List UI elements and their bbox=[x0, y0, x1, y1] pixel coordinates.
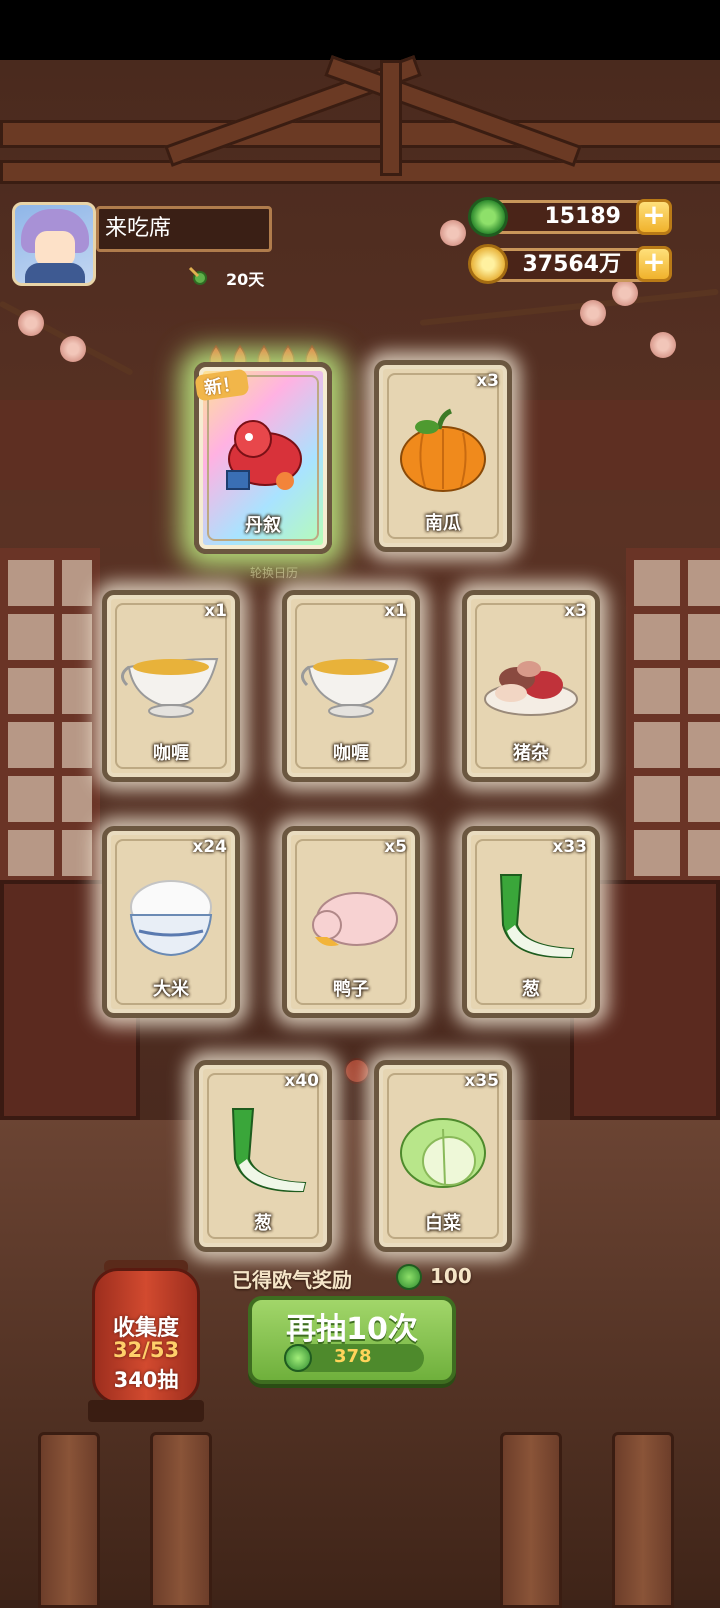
reward-card[interactable]: x24 大米 bbox=[102, 826, 240, 1018]
reward-card[interactable]: x5 鸭子 bbox=[282, 826, 420, 1018]
back-wall bbox=[0, 400, 720, 490]
reward-card[interactable]: x1 咖喱 bbox=[102, 590, 240, 782]
calendar-sign: 轮换日历 bbox=[250, 566, 299, 580]
copper-coin-icon bbox=[468, 244, 508, 284]
avatar-body bbox=[25, 263, 85, 283]
lattice-window-left bbox=[0, 548, 100, 884]
cherry-blossom bbox=[650, 332, 676, 358]
card-count: x5 bbox=[384, 837, 407, 857]
jade-coin-icon bbox=[468, 197, 508, 237]
lattice-window-right bbox=[626, 548, 720, 884]
card-count: x40 bbox=[284, 1071, 319, 1091]
curry-gravy-boat-icon bbox=[301, 657, 399, 718]
card-label: 猪杂 bbox=[513, 743, 549, 764]
coin-amount: 37564万 bbox=[522, 252, 621, 277]
cherry-blossom bbox=[440, 220, 466, 246]
red-lion-character-icon bbox=[226, 420, 302, 490]
card-label: 大米 bbox=[153, 979, 189, 1000]
sprout-key-icon bbox=[188, 266, 207, 285]
roof-beam bbox=[0, 120, 720, 148]
card-count: x3 bbox=[564, 601, 587, 621]
card-count: x35 bbox=[464, 1071, 499, 1091]
railing-post bbox=[612, 1432, 674, 1608]
reward-card[interactable]: x35 白菜 bbox=[374, 1060, 512, 1252]
avatar-face bbox=[35, 231, 75, 267]
status-bar bbox=[0, 0, 720, 60]
lantern-stand bbox=[88, 1400, 204, 1422]
jade-coin-icon bbox=[284, 1344, 312, 1372]
card-label: 南瓜 bbox=[425, 513, 461, 534]
card-label: 葱 bbox=[522, 979, 540, 1000]
roof-post bbox=[380, 60, 402, 176]
roof-beam bbox=[0, 160, 720, 184]
napa-cabbage-icon bbox=[400, 1118, 486, 1188]
reward-card[interactable]: x33 葱 bbox=[462, 826, 600, 1018]
card-count: x1 bbox=[384, 601, 407, 621]
draw-cost: 378 bbox=[334, 1346, 372, 1367]
scallion-icon bbox=[499, 874, 575, 959]
draw-ten-label: 再抽10次 bbox=[286, 1312, 418, 1347]
jade-amount: 15189 bbox=[544, 204, 621, 229]
cherry-blossom bbox=[18, 310, 44, 336]
card-label: 白菜 bbox=[425, 1213, 461, 1234]
scallion-icon bbox=[231, 1108, 307, 1193]
pumpkin-icon bbox=[400, 408, 486, 492]
card-count: x1 bbox=[204, 601, 227, 621]
card-label: 丹叙 bbox=[245, 515, 281, 536]
reward-card[interactable]: x40 葱 bbox=[194, 1060, 332, 1252]
curry-gravy-boat-icon bbox=[121, 657, 219, 718]
add-jade-button[interactable]: + bbox=[636, 199, 672, 235]
railing-post bbox=[38, 1432, 100, 1608]
cherry-blossom bbox=[60, 336, 86, 362]
card-count: x3 bbox=[476, 371, 499, 391]
pig-offal-plate-icon bbox=[484, 661, 578, 716]
rice-bowl-icon bbox=[129, 880, 213, 957]
card-label: 咖喱 bbox=[153, 743, 189, 764]
reward-card[interactable]: x3 南瓜 bbox=[374, 360, 512, 552]
reward-card[interactable]: x1 咖喱 bbox=[282, 590, 420, 782]
card-count: x24 bbox=[192, 837, 227, 857]
total-draws: 340抽 bbox=[113, 1368, 179, 1392]
add-coins-button[interactable]: + bbox=[636, 246, 672, 282]
cherry-blossom bbox=[612, 280, 638, 306]
railing-post bbox=[500, 1432, 562, 1608]
luck-reward-label: 已得欧气奖励 bbox=[232, 1268, 352, 1292]
center-ornament-icon bbox=[344, 1058, 370, 1084]
card-count: x33 bbox=[552, 837, 587, 857]
card-label: 葱 bbox=[254, 1213, 272, 1234]
player-name[interactable]: 来吃席 bbox=[96, 206, 272, 252]
cherry-blossom bbox=[580, 300, 606, 326]
reward-card[interactable]: x3 猪杂 bbox=[462, 590, 600, 782]
card-label: 鸭子 bbox=[333, 979, 369, 1000]
luck-reward-value: 100 bbox=[430, 1264, 472, 1288]
duck-icon bbox=[312, 892, 398, 946]
days-counter: 20天 bbox=[226, 270, 265, 289]
railing-post bbox=[150, 1432, 212, 1608]
player-avatar[interactable] bbox=[12, 202, 96, 286]
card-label: 咖喱 bbox=[333, 743, 369, 764]
collection-progress: 32/53 bbox=[112, 1338, 180, 1362]
jade-coin-icon bbox=[396, 1264, 422, 1290]
